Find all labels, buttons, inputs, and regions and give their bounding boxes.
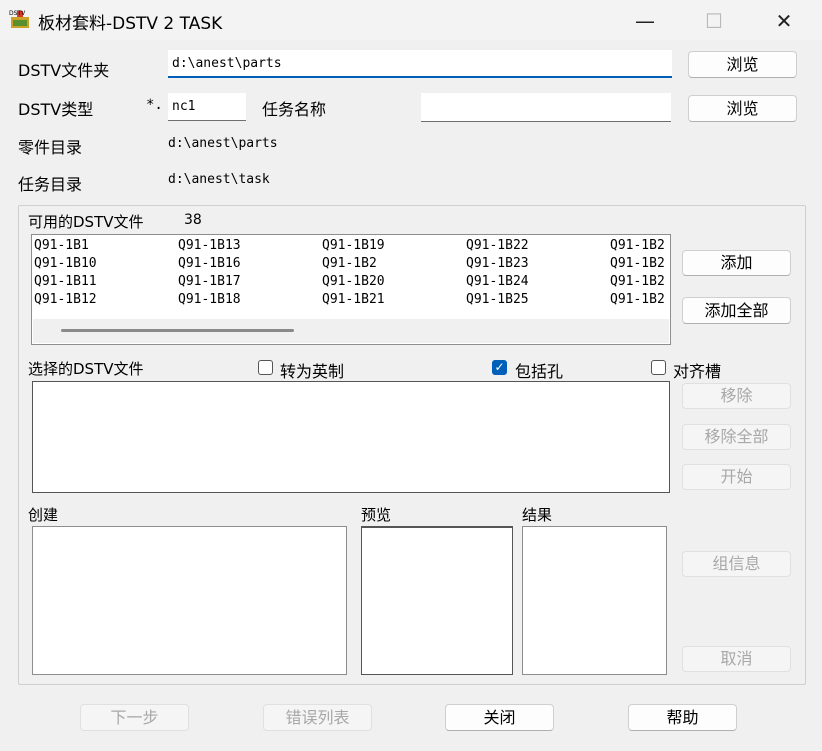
remove-button[interactable]: 移除	[682, 383, 791, 409]
type-label: DSTV类型	[18, 100, 94, 119]
available-files-list[interactable]: Q91-1B1 Q91-1B10 Q91-1B11 Q91-1B12 Q91-1…	[31, 234, 671, 345]
next-step-button[interactable]: 下一步	[80, 704, 189, 731]
list-item[interactable]: Q91-1B1	[34, 237, 97, 255]
close-window-button[interactable]: ✕	[764, 8, 804, 34]
list-item[interactable]: Q91-1B2	[610, 273, 665, 291]
list-item[interactable]: Q91-1B16	[178, 255, 241, 273]
minimize-button[interactable]: —	[625, 8, 665, 34]
list-item[interactable]: Q91-1B18	[178, 291, 241, 309]
list-item[interactable]: Q91-1B2	[322, 255, 385, 273]
task-name-label: 任务名称	[262, 100, 327, 119]
error-list-button[interactable]: 错误列表	[263, 704, 372, 731]
list-item[interactable]: Q91-1B2	[610, 291, 665, 309]
result-list[interactable]	[522, 526, 667, 675]
browse-task-button[interactable]: 浏览	[688, 95, 797, 122]
list-column: Q91-1B1 Q91-1B10 Q91-1B11 Q91-1B12	[34, 237, 97, 309]
selected-files-label: 选择的DSTV文件	[28, 360, 144, 378]
add-button[interactable]: 添加	[682, 250, 791, 276]
include-holes-checkbox[interactable]: ✓	[492, 360, 507, 375]
scrollbar-thumb[interactable]	[61, 329, 294, 332]
svg-text:DSTV: DSTV	[9, 10, 26, 17]
parts-dir-label: 零件目录	[18, 138, 83, 157]
list-item[interactable]: Q91-1B21	[322, 291, 385, 309]
type-input[interactable]	[168, 93, 246, 121]
task-dir-label: 任务目录	[18, 175, 83, 194]
list-item[interactable]: Q91-1B19	[322, 237, 385, 255]
preview-pane	[361, 526, 513, 675]
add-all-button[interactable]: 添加全部	[682, 297, 791, 324]
list-column: Q91-1B13 Q91-1B16 Q91-1B17 Q91-1B18	[178, 237, 241, 309]
list-column: Q91-1B19 Q91-1B2 Q91-1B20 Q91-1B21	[322, 237, 385, 309]
to-imperial-checkbox[interactable]	[258, 360, 273, 375]
maximize-button[interactable]: ☐	[694, 8, 734, 34]
list-item[interactable]: Q91-1B2	[610, 255, 665, 273]
create-label: 创建	[28, 506, 59, 524]
remove-all-button[interactable]: 移除全部	[682, 424, 791, 450]
app-icon: DSTV	[8, 8, 32, 32]
folder-label: DSTV文件夹	[18, 61, 110, 80]
browse-folder-button[interactable]: 浏览	[688, 51, 797, 78]
align-slots-checkbox[interactable]	[651, 360, 666, 375]
type-prefix: *.	[146, 97, 163, 113]
list-item[interactable]: Q91-1B17	[178, 273, 241, 291]
list-item[interactable]: Q91-1B22	[466, 237, 529, 255]
start-button[interactable]: 开始	[682, 464, 791, 490]
cancel-button[interactable]: 取消	[682, 646, 791, 672]
help-button[interactable]: 帮助	[628, 704, 737, 731]
preview-label: 预览	[361, 506, 392, 524]
close-button[interactable]: 关闭	[445, 704, 554, 731]
create-list[interactable]	[32, 526, 347, 675]
list-item[interactable]: Q91-1B23	[466, 255, 529, 273]
folder-input[interactable]	[168, 50, 672, 78]
task-name-input[interactable]	[421, 93, 671, 122]
list-item[interactable]: Q91-1B11	[34, 273, 97, 291]
to-imperial-label[interactable]: 转为英制	[280, 358, 344, 382]
group-info-button[interactable]: 组信息	[682, 551, 791, 577]
list-item[interactable]: Q91-1B10	[34, 255, 97, 273]
list-item[interactable]: Q91-1B24	[466, 273, 529, 291]
include-holes-label[interactable]: 包括孔	[515, 358, 563, 382]
window-title: 板材套料-DSTV 2 TASK	[38, 14, 223, 34]
selected-files-list[interactable]	[32, 381, 670, 493]
available-files-count: 38	[184, 212, 202, 228]
list-column: Q91-1B2 Q91-1B2 Q91-1B2 Q91-1B2	[610, 237, 665, 309]
list-item[interactable]: Q91-1B20	[322, 273, 385, 291]
parts-dir-value: d:\anest\parts	[168, 136, 278, 151]
available-files-label: 可用的DSTV文件	[28, 213, 144, 231]
align-slots-label[interactable]: 对齐槽	[673, 358, 721, 382]
horizontal-scrollbar[interactable]	[33, 319, 669, 343]
list-item[interactable]: Q91-1B2	[610, 237, 665, 255]
task-dir-value: d:\anest\task	[168, 172, 270, 187]
result-label: 结果	[522, 506, 553, 524]
list-item[interactable]: Q91-1B13	[178, 237, 241, 255]
list-item[interactable]: Q91-1B25	[466, 291, 529, 309]
list-column: Q91-1B22 Q91-1B23 Q91-1B24 Q91-1B25	[466, 237, 529, 309]
list-item[interactable]: Q91-1B12	[34, 291, 97, 309]
